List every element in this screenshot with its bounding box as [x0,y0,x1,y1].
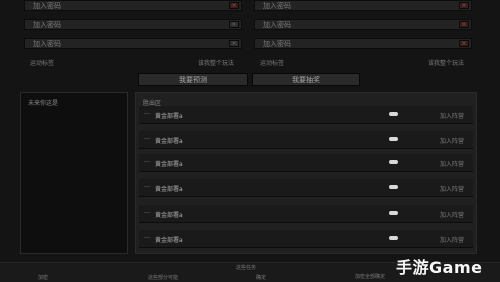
join-link[interactable]: 加入阵营 [440,111,464,120]
field-label: 加入密码 [263,1,291,10]
list-item: 黄金部署a 加入阵营 [139,230,473,248]
remove-button[interactable]: × [229,2,239,9]
remove-button[interactable]: × [459,21,469,28]
list-item: 黄金部署a 加入阵营 [139,179,473,197]
item-name: 黄金部署a [155,212,183,219]
list-item: 黄金部署a 加入阵营 [139,131,473,149]
join-link[interactable]: 加入阵营 [440,136,464,145]
left-panel: 未来你这是 [20,92,128,254]
item-name: 黄金部署a [155,138,183,145]
remove-button[interactable]: × [459,40,469,47]
left-field-2[interactable]: 加入密码 × [24,19,242,30]
left-field-1[interactable]: 加入密码 × [24,0,242,11]
join-link[interactable]: 加入阵营 [440,184,464,193]
list-item: 黄金部署a 加入阵营 [139,154,473,172]
field-label: 加入密码 [263,20,291,29]
dash-icon [144,113,150,114]
join-link[interactable]: 加入阵营 [440,210,464,219]
join-link[interactable]: 加入阵营 [440,159,464,168]
right-field-3[interactable]: 加入密码 × [254,38,472,49]
watermark-brand: 手游 [396,258,430,277]
left-tag-label: 运动标签 [30,60,55,67]
left-field-3[interactable]: 加入密码 × [24,38,242,49]
left-hint-link[interactable]: 该我整个玩法 [198,58,234,67]
remove-button[interactable]: × [229,40,239,47]
right-panel: 胜出区 黄金部署a 加入阵营 黄金部署a 加入阵营 黄金部署a 加入阵营 黄金部… [135,92,477,254]
item-name: 黄金部署a [155,161,183,168]
toggle-switch[interactable] [389,185,398,189]
bottom-col4: 加密全部确定 [355,274,386,280]
watermark-suffix: Game [429,258,483,277]
remove-button[interactable]: × [459,2,469,9]
toggle-switch[interactable] [389,160,398,164]
list-item: 黄金部署a 加入阵营 [139,205,473,223]
item-name: 黄金部署a [155,186,183,193]
field-label: 加入密码 [33,1,61,10]
item-name: 黄金部署a [155,237,183,244]
dash-icon [144,186,150,187]
lottery-button[interactable]: 我要抽奖 [252,73,360,86]
dash-icon [144,237,150,238]
bottom-center-label: 这些任务 [236,265,257,271]
right-tag-label: 运动标签 [260,60,285,67]
bottom-col3: 确定 [256,275,267,281]
item-name: 黄金部署a [155,113,183,120]
bottom-col2: 这些部分可能 [148,275,179,281]
toggle-switch[interactable] [389,112,398,116]
remove-button[interactable]: × [229,21,239,28]
join-link[interactable]: 加入阵营 [440,235,464,244]
right-field-2[interactable]: 加入密码 × [254,19,472,30]
toggle-switch[interactable] [389,236,398,240]
toggle-switch[interactable] [389,211,398,215]
right-field-1[interactable]: 加入密码 × [254,0,472,11]
toggle-switch[interactable] [389,137,398,141]
dash-icon [144,212,150,213]
predict-button[interactable]: 我要预测 [138,73,248,86]
field-label: 加入密码 [33,39,61,48]
field-label: 加入密码 [33,20,61,29]
left-panel-title: 未来你这是 [28,100,59,107]
field-label: 加入密码 [263,39,291,48]
site-watermark-logo: 手游Game [396,254,482,278]
dash-icon [144,161,150,162]
list-item: 黄金部署a 加入阵营 [139,106,473,124]
bottom-col1: 加密 [38,275,49,281]
right-hint-link[interactable]: 该我整个玩法 [428,58,464,67]
dash-icon [144,138,150,139]
